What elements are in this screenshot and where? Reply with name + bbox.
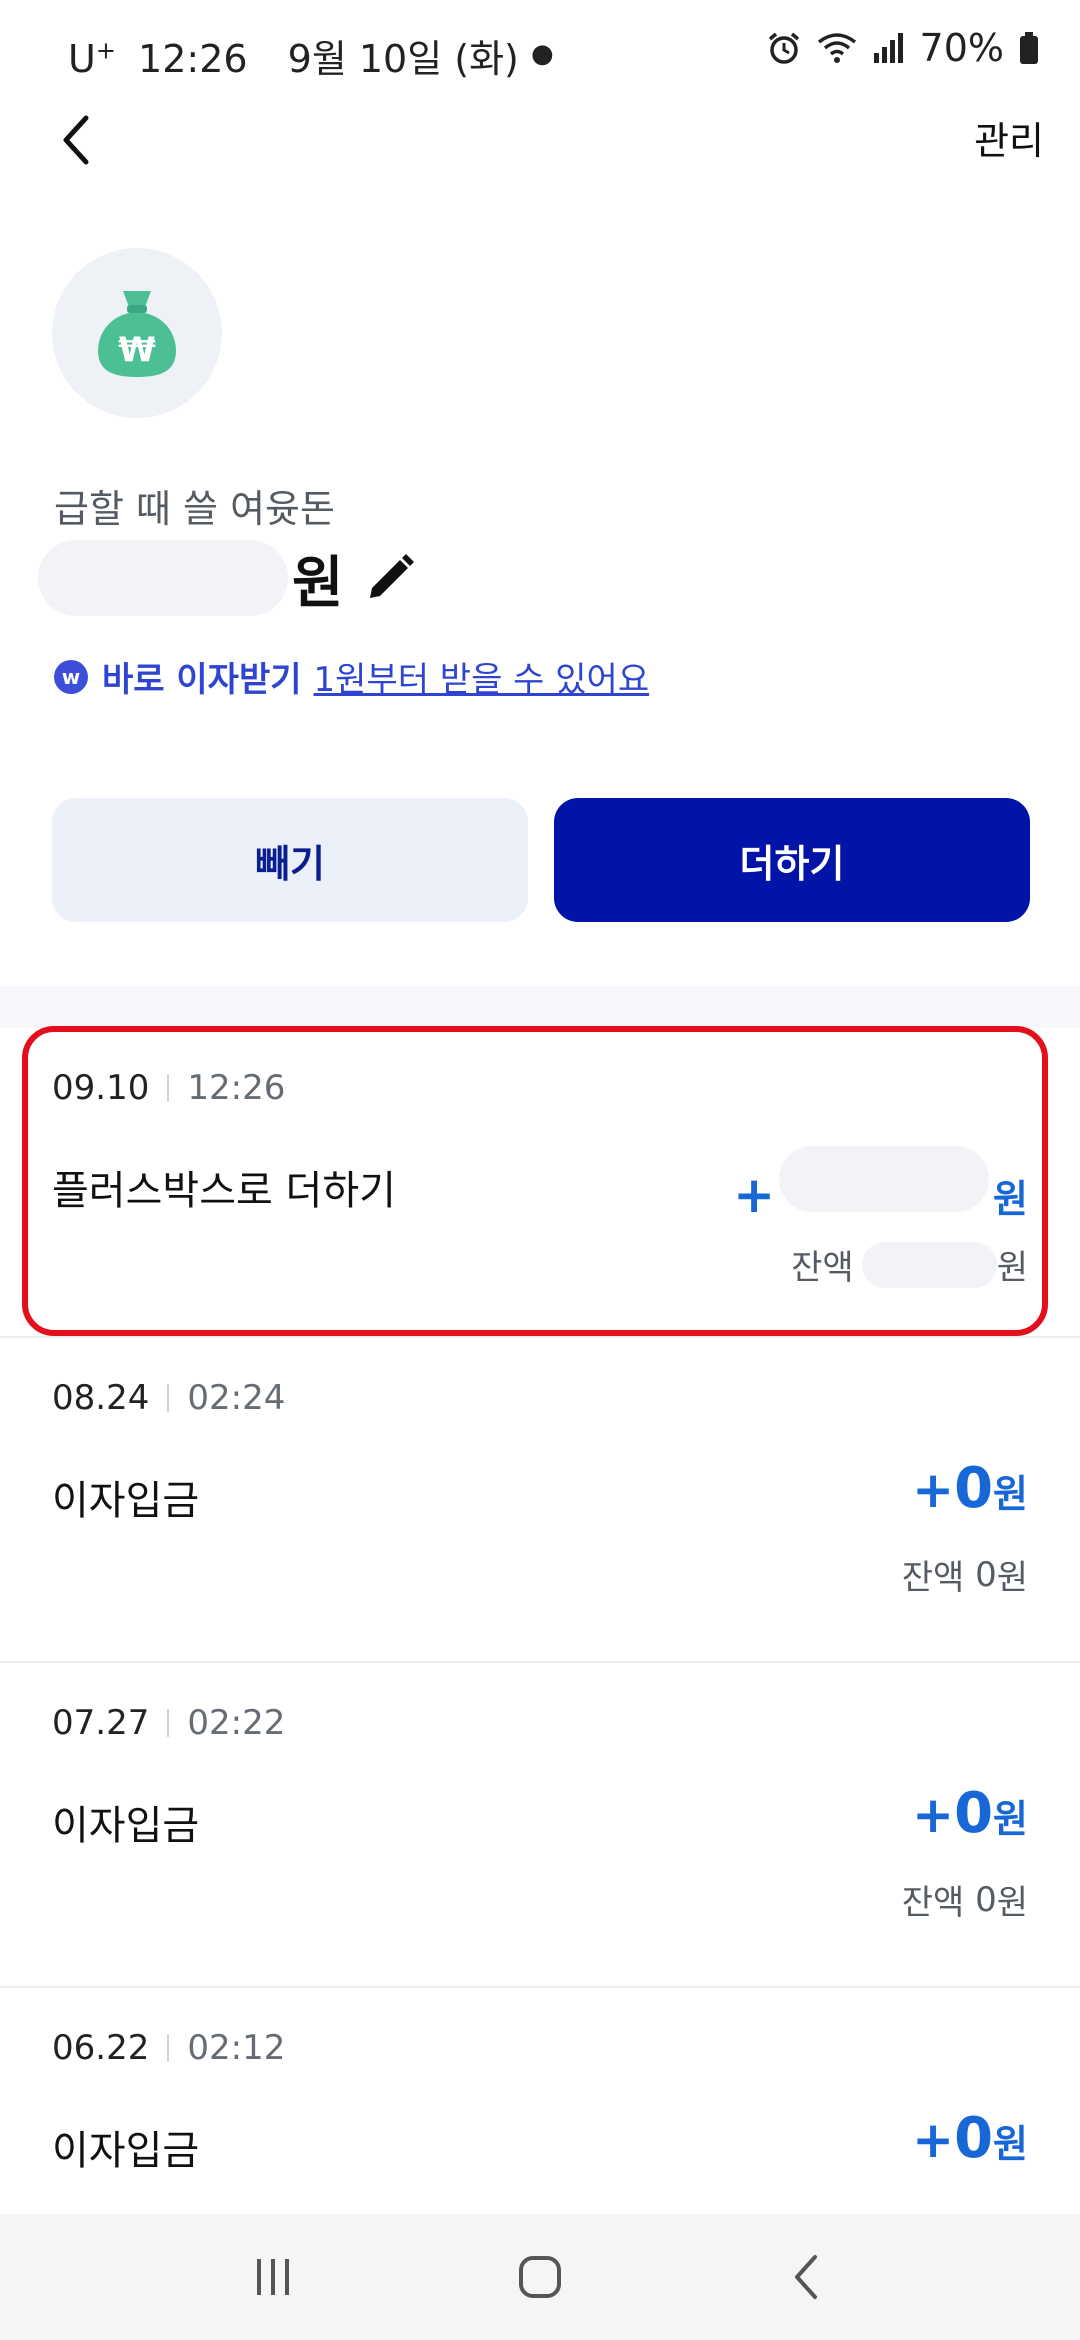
system-nav-bar	[0, 2214, 1080, 2340]
edit-button[interactable]	[364, 552, 416, 604]
amount-value: 0	[954, 1456, 994, 1521]
status-time: 12:26	[138, 37, 248, 81]
transaction-time: 02:22	[187, 1703, 286, 1743]
amount-redacted	[779, 1146, 990, 1212]
amount-value: 0	[954, 1781, 994, 1846]
instant-interest-link[interactable]: 1원부터 받을 수 있어요	[314, 652, 650, 701]
balance-label: 잔액	[901, 1558, 965, 1598]
transaction-datetime: 08.24 02:24	[52, 1378, 285, 1418]
status-left: U+ 12:26 9월 10일 (화) ●	[68, 28, 554, 83]
back-button[interactable]	[36, 100, 116, 180]
notification-dot-icon: ●	[530, 39, 554, 69]
transaction-date: 09.10	[52, 1068, 150, 1108]
amount-value: 0	[954, 2106, 994, 2171]
date-separator	[167, 1384, 170, 1412]
chevron-left-icon	[63, 115, 89, 165]
manage-button[interactable]: 관리	[974, 110, 1044, 165]
transaction-date: 07.27	[52, 1703, 150, 1743]
w-badge-icon: w	[54, 659, 88, 694]
carrier: U	[68, 37, 96, 81]
transaction-title: 이자입금	[52, 1803, 200, 1849]
account-icon-container: ₩	[52, 248, 222, 418]
transaction-title: 이자입금	[52, 2128, 200, 2174]
pencil-icon	[369, 554, 414, 598]
instant-interest-title: 바로 이자받기	[102, 660, 302, 700]
transaction-balance: 잔액 0원	[902, 1875, 1028, 1924]
transaction-datetime: 07.27 02:22	[52, 1703, 285, 1743]
transaction-item[interactable]: 07.27 02:22 이자입금 + 0 원 잔액 0원	[0, 1663, 1080, 1988]
status-right: 70%	[766, 26, 1040, 70]
alarm-icon	[768, 32, 799, 64]
transaction-item[interactable]: 08.24 02:24 이자입금 + 0 원 잔액 0원	[0, 1338, 1080, 1663]
balance-label: 잔액	[901, 1883, 965, 1923]
transaction-item[interactable]: 09.10 12:26 플러스박스로 더하기 + 원 잔액 원	[0, 1028, 1080, 1338]
amount-unit: 원	[993, 1177, 1028, 1221]
balance-value: 0	[975, 1554, 997, 1595]
amount-unit: 원	[993, 1797, 1028, 1841]
carrier-sup: +	[95, 36, 116, 65]
battery-icon	[1020, 32, 1038, 64]
date-separator	[167, 2034, 170, 2062]
balance-value: 0	[975, 1879, 997, 1920]
balance-row: 원	[38, 538, 416, 618]
money-bag-won-icon: ₩	[98, 291, 176, 377]
amount-sign: +	[912, 2111, 955, 2169]
transaction-title: 플러스박스로 더하기	[52, 1168, 396, 1214]
transaction-time: 02:24	[187, 1378, 286, 1418]
transaction-title: 이자입금	[52, 1478, 200, 1524]
recents-icon	[257, 2259, 290, 2295]
back-icon	[794, 2255, 817, 2299]
withdraw-button[interactable]: 빼기	[52, 798, 528, 922]
transaction-list: 09.10 12:26 플러스박스로 더하기 + 원 잔액 원 08.24 02…	[0, 1028, 1080, 2313]
amount-sign: +	[733, 1166, 776, 1224]
transaction-amount: + 0 원	[912, 2106, 1028, 2171]
amount-sign: +	[912, 1461, 955, 1519]
amount-unit: 원	[993, 2122, 1028, 2166]
balance-unit: 원	[996, 1558, 1028, 1598]
status-bar: U+ 12:26 9월 10일 (화) ● 70%	[0, 0, 1080, 100]
transaction-datetime: 06.22 02:12	[52, 2028, 285, 2068]
transaction-amount: + 원	[733, 1146, 1028, 1224]
wifi-icon	[817, 33, 856, 63]
nav-back-button[interactable]	[767, 2237, 847, 2317]
transaction-time: 02:12	[187, 2028, 286, 2068]
balance-unit: 원	[996, 1883, 1028, 1923]
add-button[interactable]: 더하기	[554, 798, 1030, 922]
transaction-balance: 잔액 0원	[902, 1550, 1028, 1599]
home-button[interactable]	[500, 2237, 580, 2317]
transaction-date: 08.24	[52, 1378, 150, 1418]
amount-sign: +	[912, 1786, 955, 1844]
balance-label: 잔액	[791, 1248, 854, 1288]
transaction-datetime: 09.10 12:26	[52, 1068, 285, 1108]
svg-text:₩: ₩	[118, 330, 156, 370]
date-separator	[167, 1709, 170, 1737]
date-separator	[167, 1074, 170, 1102]
transaction-balance: 잔액 원	[791, 1240, 1028, 1289]
amount-unit: 원	[993, 1472, 1028, 1516]
balance-value-redacted	[861, 1241, 997, 1288]
signal-icon	[873, 33, 903, 63]
account-name: 급할 때 쓸 여윳돈	[54, 487, 335, 531]
instant-interest-row[interactable]: w 바로 이자받기 1원부터 받을 수 있어요	[54, 652, 649, 701]
balance-redacted	[38, 540, 288, 616]
transaction-time: 12:26	[187, 1068, 286, 1108]
recents-button[interactable]	[233, 2237, 313, 2317]
transaction-date: 06.22	[52, 2028, 150, 2068]
transaction-amount: + 0 원	[912, 1781, 1028, 1846]
section-divider	[0, 986, 1080, 1028]
balance-unit: 원	[292, 550, 344, 616]
transaction-amount: + 0 원	[912, 1456, 1028, 1521]
battery-percent: 70%	[919, 26, 1004, 70]
home-icon	[518, 2256, 561, 2298]
balance-unit: 원	[996, 1248, 1028, 1288]
status-date: 9월 10일 (화)	[287, 37, 519, 81]
